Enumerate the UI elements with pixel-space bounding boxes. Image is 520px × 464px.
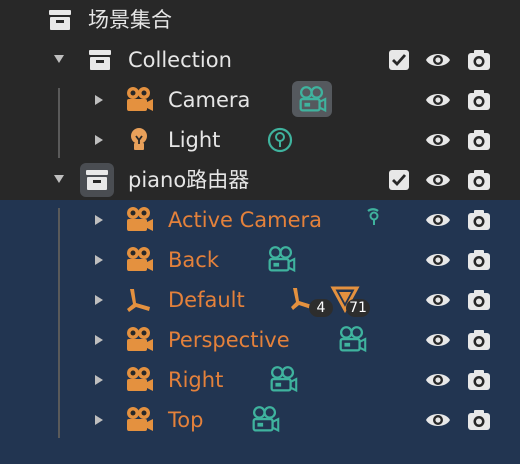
collection-label: Collection — [128, 48, 232, 72]
collection-icon — [46, 6, 74, 34]
render-camera-icon[interactable] — [465, 246, 493, 274]
checkbox-checked-icon — [389, 170, 409, 190]
render-camera-icon[interactable] — [465, 286, 493, 314]
outliner-row-light[interactable]: Light — [0, 120, 520, 160]
object-label: Default — [168, 288, 245, 312]
light-data-icon[interactable] — [366, 203, 380, 237]
camera-object-icon — [123, 244, 155, 276]
outliner-row-right[interactable]: Right — [0, 360, 520, 400]
camera-data-icon[interactable] — [335, 323, 369, 357]
armature-icon — [124, 285, 154, 315]
outliner-row-perspective[interactable]: Perspective — [0, 320, 520, 360]
light-data-icon[interactable] — [265, 125, 295, 155]
collection-icon — [83, 166, 111, 194]
eye-icon[interactable] — [424, 126, 452, 154]
expand-arrow-icon[interactable] — [95, 415, 103, 425]
render-camera-icon[interactable] — [465, 366, 493, 394]
light-object-icon — [125, 126, 153, 154]
camera-object-icon — [123, 364, 155, 396]
object-label: Back — [168, 248, 219, 272]
expand-arrow-icon[interactable] — [95, 215, 103, 225]
object-label: Top — [168, 408, 204, 432]
eye-icon[interactable] — [424, 206, 452, 234]
eye-icon[interactable] — [424, 326, 452, 354]
expand-arrow-icon[interactable] — [95, 95, 103, 105]
render-camera-icon[interactable] — [465, 166, 493, 194]
camera-object-icon — [123, 204, 155, 236]
expand-arrow-icon[interactable] — [95, 135, 103, 145]
eye-icon[interactable] — [424, 366, 452, 394]
expand-arrow-icon[interactable] — [95, 375, 103, 385]
shape-key-count-badge: 71 — [346, 299, 370, 317]
outliner-row-top[interactable]: Top — [0, 400, 520, 440]
eye-icon[interactable] — [424, 286, 452, 314]
collection-row[interactable]: Collection — [0, 40, 520, 80]
camera-data-icon[interactable] — [264, 243, 298, 277]
object-label: Right — [168, 368, 224, 392]
camera-data-icon[interactable] — [266, 363, 300, 397]
outliner-row-default[interactable]: Default 4 71 — [0, 280, 520, 320]
collection-label: piano路由器 — [128, 168, 250, 192]
eye-icon[interactable] — [424, 166, 452, 194]
outliner-row-back[interactable]: Back — [0, 240, 520, 280]
eye-icon[interactable] — [424, 46, 452, 74]
expand-arrow-icon[interactable] — [54, 175, 64, 183]
collection-row-piano[interactable]: piano路由器 — [0, 160, 520, 200]
eye-icon[interactable] — [424, 246, 452, 274]
expand-arrow-icon[interactable] — [95, 335, 103, 345]
eye-icon[interactable] — [424, 86, 452, 114]
camera-object-icon — [123, 324, 155, 356]
camera-data-icon[interactable] — [295, 83, 329, 117]
expand-arrow-icon[interactable] — [95, 255, 103, 265]
render-camera-icon[interactable] — [465, 126, 493, 154]
render-camera-icon[interactable] — [465, 206, 493, 234]
scene-collection-label: 场景集合 — [88, 8, 172, 32]
exclude-checkbox[interactable] — [389, 50, 409, 70]
outliner-row-active-camera[interactable]: Active Camera — [0, 200, 520, 240]
camera-object-icon — [123, 84, 155, 116]
object-label: Camera — [168, 88, 251, 112]
object-label: Light — [168, 128, 221, 152]
scene-collection-row[interactable]: 场景集合 — [0, 0, 520, 40]
checkbox-checked-icon — [389, 50, 409, 70]
expand-arrow-icon[interactable] — [95, 295, 103, 305]
render-camera-icon[interactable] — [465, 46, 493, 74]
render-camera-icon[interactable] — [465, 86, 493, 114]
object-label: Active Camera — [168, 208, 323, 232]
object-label: Perspective — [168, 328, 290, 352]
eye-icon[interactable] — [424, 406, 452, 434]
camera-data-icon[interactable] — [248, 403, 282, 437]
camera-object-icon — [123, 404, 155, 436]
render-camera-icon[interactable] — [465, 406, 493, 434]
expand-arrow-icon[interactable] — [54, 55, 64, 63]
collection-icon — [86, 46, 114, 74]
outliner-row-camera[interactable]: Camera — [0, 80, 520, 120]
exclude-checkbox[interactable] — [389, 170, 409, 190]
render-camera-icon[interactable] — [465, 326, 493, 354]
